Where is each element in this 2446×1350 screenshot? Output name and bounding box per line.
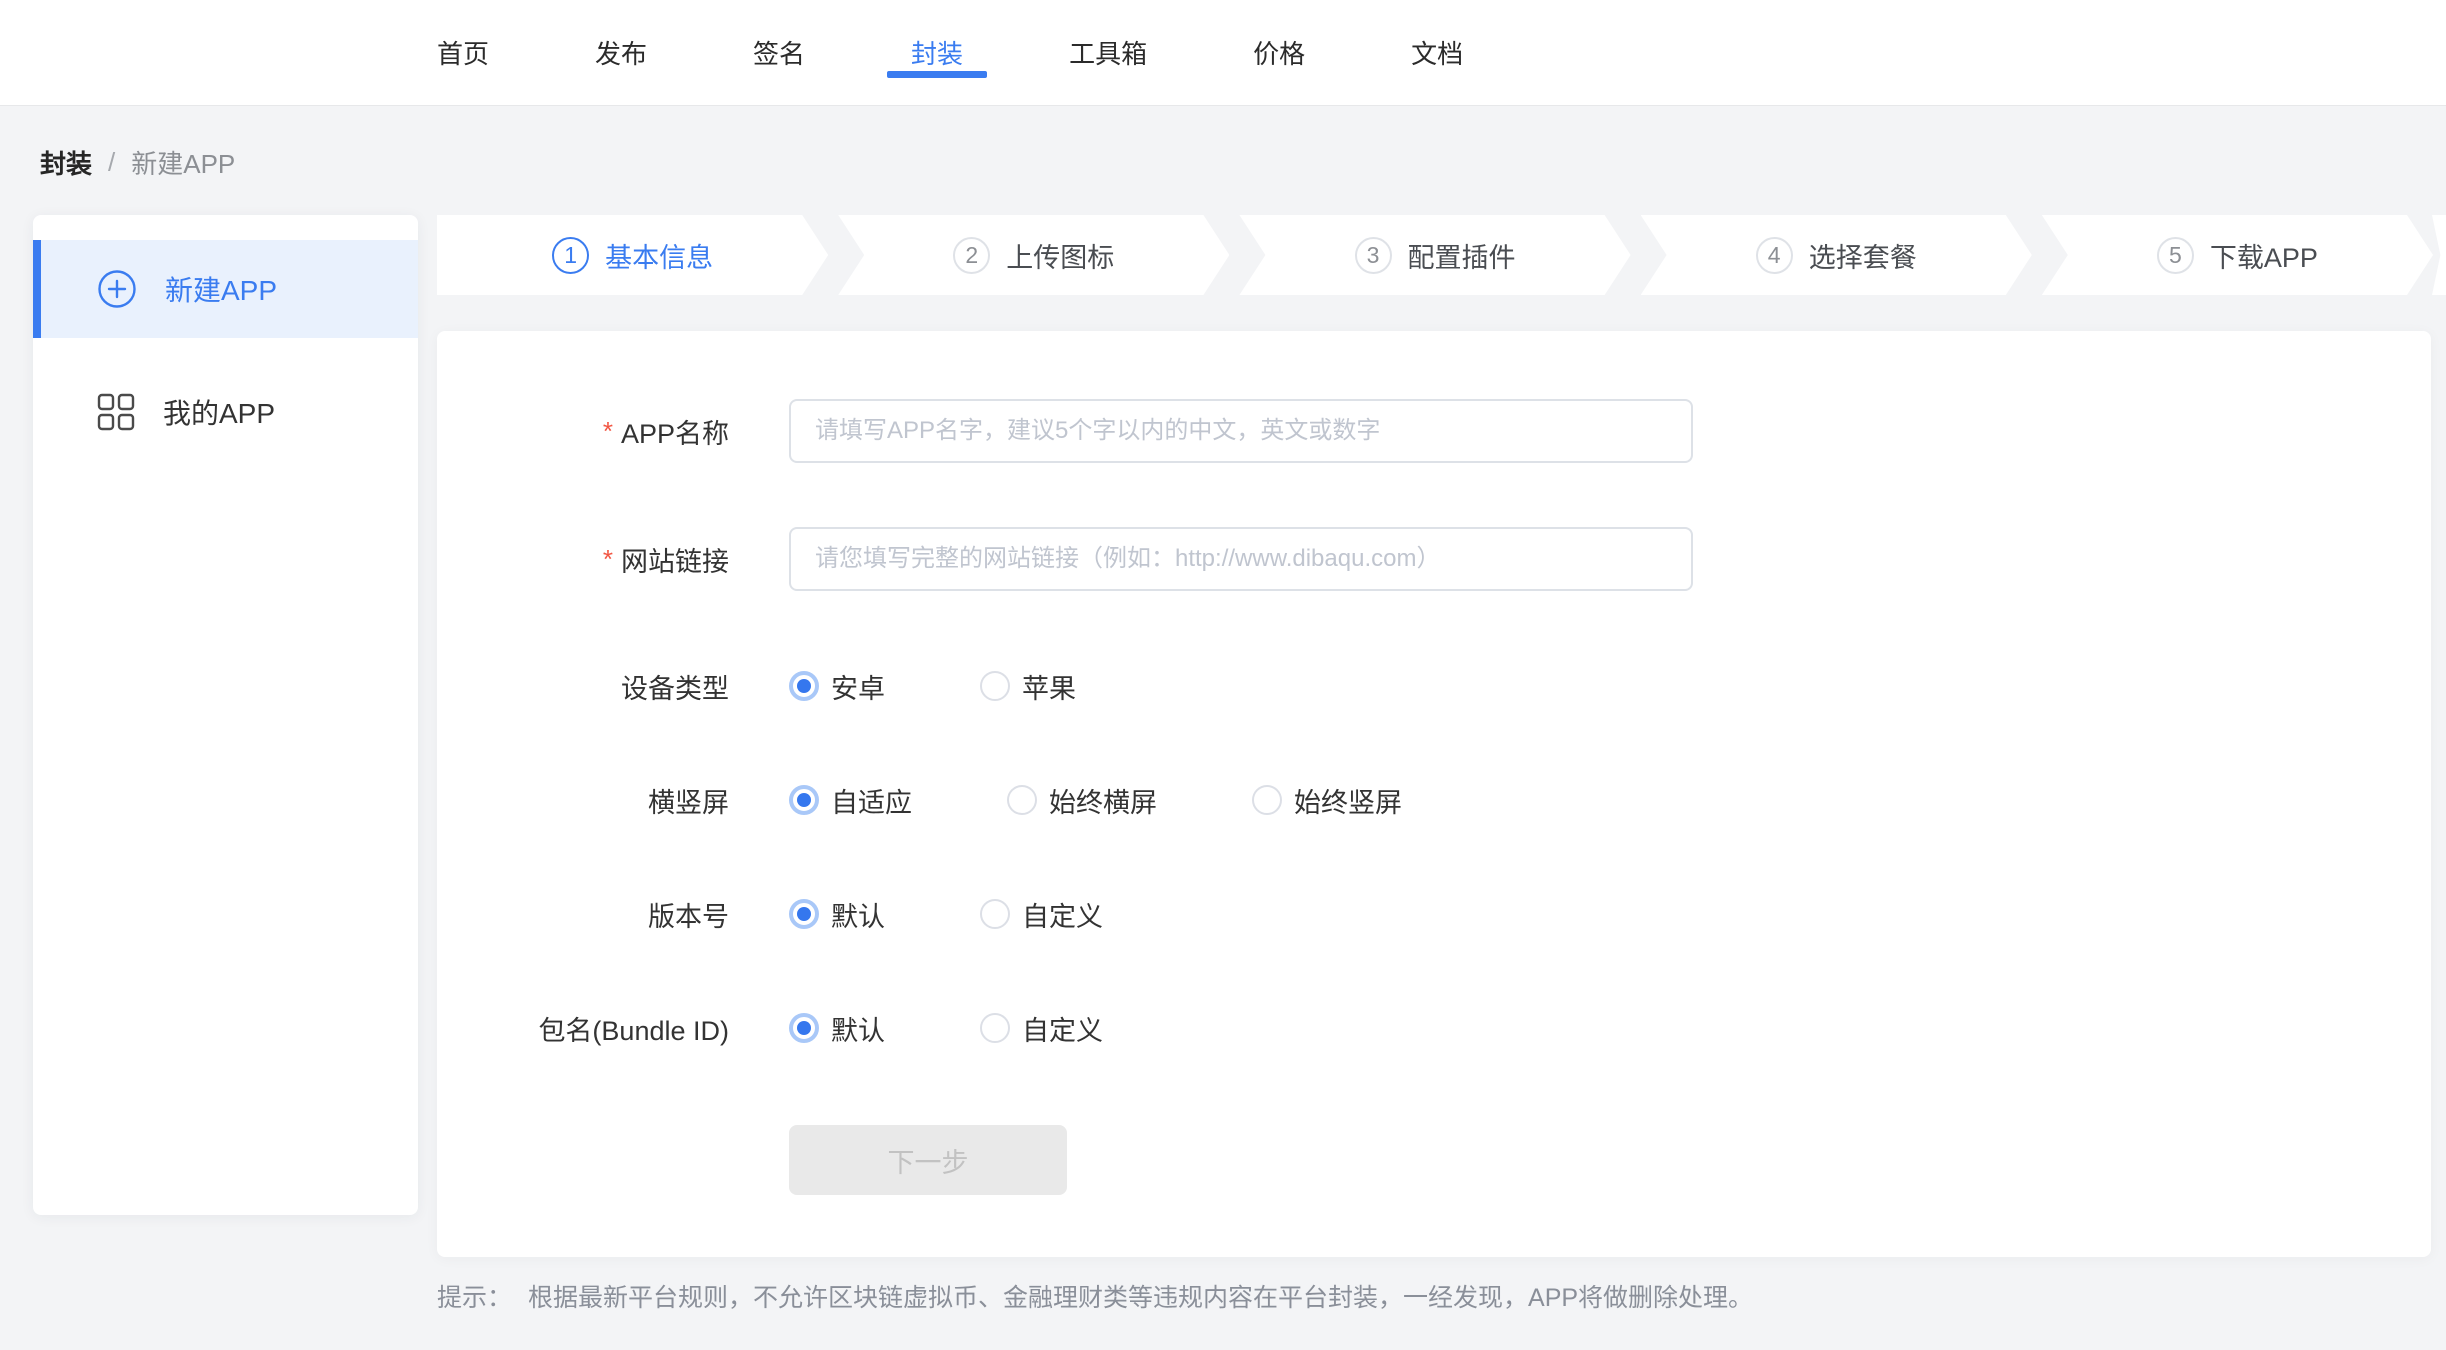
step-number-badge: 1: [552, 237, 589, 274]
radio-checked-icon: [789, 1013, 819, 1043]
grid-icon: [97, 393, 135, 431]
radio-device-android[interactable]: 安卓: [789, 667, 885, 706]
app-name-label: * APP名称: [437, 412, 729, 451]
sidebar-item-label: 新建APP: [165, 269, 277, 309]
top-navigation: 首页 发布 签名 封装 工具箱 价格 文档: [0, 0, 2446, 106]
sidebar-item-new-app[interactable]: 新建APP: [33, 240, 418, 338]
breadcrumb-section[interactable]: 封装: [40, 144, 92, 181]
bundle-id-label: 包名(Bundle ID): [437, 1009, 729, 1048]
radio-device-ios[interactable]: 苹果: [980, 667, 1076, 706]
step-wizard: 1 基本信息 2 上传图标 3 配置插件 4 选择套餐 5 下载APP: [437, 215, 2433, 295]
form-row-orientation: 横竖屏 自适应 始终横屏 始终竖屏: [437, 783, 2431, 817]
step-label: 配置插件: [1408, 236, 1516, 275]
breadcrumb-separator: /: [108, 147, 115, 178]
radio-orientation-landscape[interactable]: 始终横屏: [1007, 781, 1157, 820]
nav-item-signature[interactable]: 签名: [753, 0, 805, 105]
step-number-badge: 3: [1355, 237, 1392, 274]
app-name-input[interactable]: [789, 399, 1693, 463]
radio-unchecked-icon: [980, 671, 1010, 701]
radio-unchecked-icon: [980, 1013, 1010, 1043]
step-tail-chevron: [2432, 215, 2446, 295]
nav-item-docs[interactable]: 文档: [1411, 0, 1463, 105]
sidebar-item-my-app[interactable]: 我的APP: [33, 363, 418, 461]
form-row-bundle-id: 包名(Bundle ID) 默认 自定义: [437, 1011, 2431, 1045]
basic-info-form-card: * APP名称 * 网站链接 设备类型 安卓 苹果: [437, 331, 2431, 1257]
radio-checked-icon: [789, 785, 819, 815]
tip-prefix: 提示：: [437, 1278, 512, 1314]
sidebar-item-label: 我的APP: [163, 392, 275, 432]
form-row-device-type: 设备类型 安卓 苹果: [437, 669, 2431, 703]
step-5-download-app: 5 下载APP: [2042, 215, 2433, 295]
nav-item-home[interactable]: 首页: [437, 0, 489, 105]
sidebar: 新建APP 我的APP: [33, 215, 418, 1215]
form-row-submit: 下一步: [437, 1125, 2431, 1195]
radio-unchecked-icon: [1252, 785, 1282, 815]
tip-text: 根据最新平台规则，不允许区块链虚拟币、金融理财类等违规内容在平台封装，一经发现，…: [528, 1278, 1753, 1314]
radio-orientation-auto[interactable]: 自适应: [789, 781, 912, 820]
device-type-label: 设备类型: [437, 667, 729, 706]
form-row-site-url: * 网站链接: [437, 527, 2431, 591]
site-url-input[interactable]: [789, 527, 1693, 591]
step-number-badge: 2: [953, 237, 990, 274]
step-label: 上传图标: [1006, 236, 1114, 275]
step-label: 下载APP: [2210, 236, 2318, 275]
orientation-label: 横竖屏: [437, 781, 729, 820]
platform-rule-tip: 提示： 根据最新平台规则，不允许区块链虚拟币、金融理财类等违规内容在平台封装，一…: [437, 1278, 1753, 1314]
step-label: 基本信息: [605, 236, 713, 275]
version-label: 版本号: [437, 895, 729, 934]
radio-bundle-default[interactable]: 默认: [789, 1009, 885, 1048]
radio-unchecked-icon: [980, 899, 1010, 929]
plus-circle-icon: [97, 269, 137, 309]
radio-orientation-portrait[interactable]: 始终竖屏: [1252, 781, 1402, 820]
nav-item-price[interactable]: 价格: [1253, 0, 1305, 105]
nav-item-publish[interactable]: 发布: [595, 0, 647, 105]
step-number-badge: 5: [2157, 237, 2194, 274]
form-row-version: 版本号 默认 自定义: [437, 897, 2431, 931]
step-label: 选择套餐: [1809, 236, 1917, 275]
required-marker: *: [603, 416, 613, 447]
nav-item-package-active[interactable]: 封装: [911, 0, 963, 105]
required-marker: *: [603, 544, 613, 575]
step-2-upload-icon: 2 上传图标: [838, 215, 1229, 295]
radio-checked-icon: [789, 671, 819, 701]
breadcrumb: 封装 / 新建APP: [40, 144, 235, 181]
form-row-app-name: * APP名称: [437, 399, 2431, 463]
site-url-label: * 网站链接: [437, 540, 729, 579]
breadcrumb-current: 新建APP: [131, 144, 235, 181]
next-step-button[interactable]: 下一步: [789, 1125, 1067, 1195]
radio-version-default[interactable]: 默认: [789, 895, 885, 934]
radio-version-custom[interactable]: 自定义: [980, 895, 1103, 934]
nav-item-toolbox[interactable]: 工具箱: [1069, 0, 1147, 105]
step-number-badge: 4: [1756, 237, 1793, 274]
radio-unchecked-icon: [1007, 785, 1037, 815]
step-3-configure-plugin: 3 配置插件: [1239, 215, 1630, 295]
step-1-basic-info: 1 基本信息: [437, 215, 828, 295]
radio-checked-icon: [789, 899, 819, 929]
step-4-select-plan: 4 选择套餐: [1641, 215, 2032, 295]
radio-bundle-custom[interactable]: 自定义: [980, 1009, 1103, 1048]
